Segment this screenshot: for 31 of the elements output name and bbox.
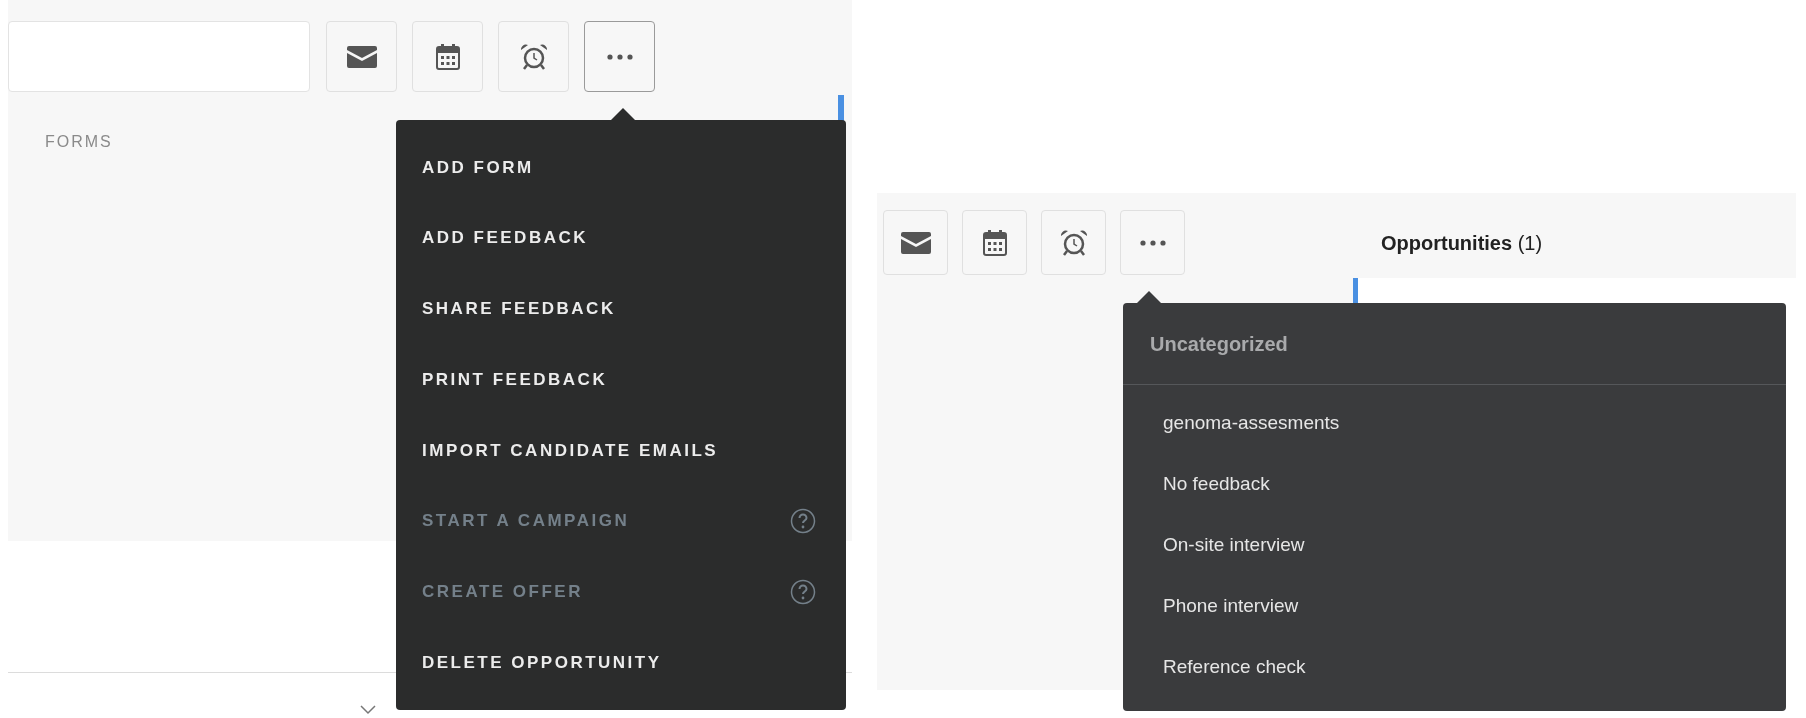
menu-item[interactable]: IMPORT CANDIDATE EMAILS	[422, 437, 719, 464]
toolbar-button[interactable]	[1041, 210, 1106, 275]
more-icon	[1139, 239, 1166, 246]
menu-item[interactable]: genoma-assesments	[1163, 409, 1340, 438]
menu-item[interactable]: ADD FEEDBACK	[422, 225, 588, 251]
mail-icon	[900, 231, 931, 254]
menu-item[interactable]: PRINT FEEDBACK	[422, 366, 608, 393]
calendar-icon	[435, 43, 460, 70]
toolbar-button[interactable]	[498, 21, 569, 92]
section-heading: Opportunities (1)	[1381, 231, 1543, 256]
toolbar-button[interactable]	[326, 21, 397, 92]
menu-item[interactable]: SHARE FEEDBACK	[422, 296, 616, 322]
toolbar-button[interactable]	[962, 210, 1027, 275]
toolbar-button[interactable]	[412, 21, 483, 92]
toolbar-button[interactable]	[883, 210, 948, 275]
menu-item[interactable]: Reference check	[1163, 653, 1306, 682]
menu-header: Uncategorized	[1123, 303, 1786, 385]
alarm-clock-icon	[519, 43, 548, 70]
menu-item[interactable]: No feedback	[1163, 470, 1270, 499]
menu-item[interactable]: On-site interview	[1163, 531, 1305, 560]
section-label: FORMS	[45, 132, 113, 152]
mail-icon	[346, 45, 377, 68]
more-icon	[606, 53, 633, 60]
search-field[interactable]	[8, 21, 310, 92]
alarm-clock-icon	[1059, 229, 1088, 256]
chevron-down-icon[interactable]	[360, 705, 376, 715]
calendar-icon	[982, 229, 1007, 256]
more-button[interactable]	[584, 21, 655, 92]
menu-item[interactable]: DELETE OPPORTUNITY	[422, 649, 662, 676]
menu-item[interactable]: ADD FORM	[422, 154, 534, 181]
menu-item[interactable]: Phone interview	[1163, 592, 1299, 621]
